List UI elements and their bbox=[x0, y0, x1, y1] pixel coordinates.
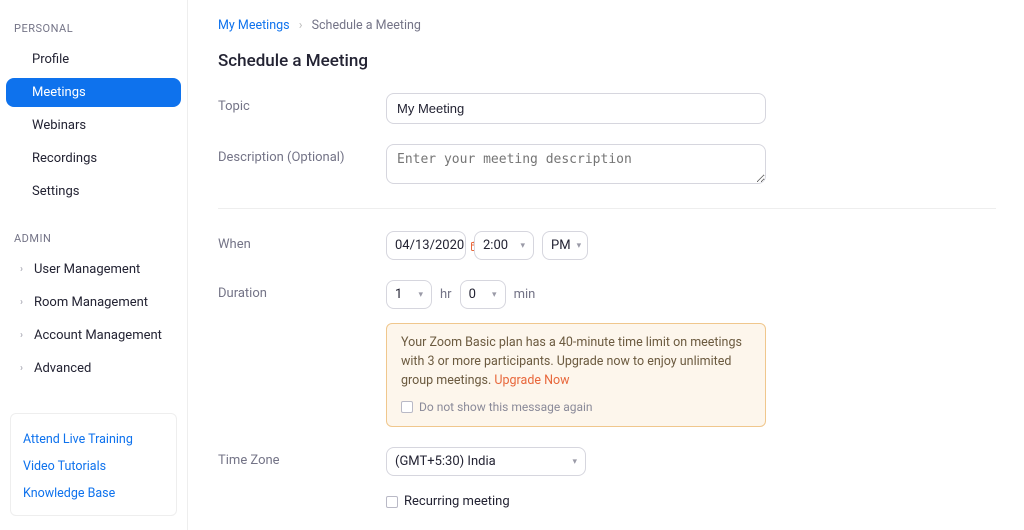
minutes-unit: min bbox=[514, 287, 536, 302]
duration-hours-value: 1 bbox=[395, 287, 402, 302]
chevron-down-icon: ▾ bbox=[577, 241, 582, 251]
label-timezone: Time Zone bbox=[218, 447, 386, 468]
breadcrumb-root[interactable]: My Meetings bbox=[218, 18, 290, 33]
sidebar-item-webinars[interactable]: Webinars bbox=[6, 111, 181, 140]
chevron-right-icon: › bbox=[20, 297, 30, 308]
main-content: My Meetings › Schedule a Meeting Schedul… bbox=[188, 0, 1024, 530]
topic-input[interactable] bbox=[386, 93, 766, 124]
when-date-picker[interactable]: 04/13/2020 bbox=[386, 231, 466, 260]
when-date-value: 04/13/2020 bbox=[395, 238, 464, 253]
sidebar-item-profile[interactable]: Profile bbox=[6, 45, 181, 74]
recurring-meeting-option[interactable]: Recurring meeting bbox=[386, 494, 510, 509]
duration-minutes-value: 0 bbox=[469, 287, 476, 302]
label-description: Description (Optional) bbox=[218, 144, 386, 165]
sidebar-item-meetings[interactable]: Meetings bbox=[6, 78, 181, 107]
chevron-down-icon: ▾ bbox=[492, 290, 497, 300]
chevron-right-icon: › bbox=[20, 363, 30, 374]
chevron-down-icon: ▾ bbox=[520, 241, 525, 251]
sidebar-item-label: Webinars bbox=[32, 118, 86, 133]
notice-text: Your Zoom Basic plan has a 40-minute tim… bbox=[401, 335, 742, 388]
hours-unit: hr bbox=[440, 287, 452, 302]
sidebar-item-label: Recordings bbox=[32, 151, 97, 166]
duration-minutes-select[interactable]: 0 ▾ bbox=[460, 280, 506, 309]
help-link-tutorials[interactable]: Video Tutorials bbox=[23, 453, 164, 480]
breadcrumb: My Meetings › Schedule a Meeting bbox=[218, 18, 996, 33]
sidebar-section-personal: PERSONAL bbox=[0, 18, 187, 43]
help-links-box: Attend Live Training Video Tutorials Kno… bbox=[10, 413, 177, 516]
sidebar-item-label: Meetings bbox=[32, 85, 86, 100]
form-row-timezone: Time Zone (GMT+5:30) India ▾ Recurring m… bbox=[218, 447, 996, 512]
sidebar-item-label: Account Management bbox=[34, 328, 162, 343]
form-row-duration: Duration 1 ▾ hr 0 ▾ min Your Zoom Basic … bbox=[218, 280, 996, 427]
help-link-kb[interactable]: Knowledge Base bbox=[23, 480, 164, 507]
chevron-right-icon: › bbox=[20, 264, 30, 275]
when-ampm-select[interactable]: PM ▾ bbox=[542, 231, 588, 260]
sidebar-item-label: Settings bbox=[32, 184, 79, 199]
label-duration: Duration bbox=[218, 280, 386, 301]
when-ampm-value: PM bbox=[551, 238, 571, 253]
plan-limit-notice: Your Zoom Basic plan has a 40-minute tim… bbox=[386, 323, 766, 427]
sidebar-item-user-management[interactable]: › User Management bbox=[6, 255, 181, 284]
timezone-value: (GMT+5:30) India bbox=[395, 454, 496, 469]
chevron-down-icon: ▾ bbox=[572, 457, 577, 467]
breadcrumb-separator: › bbox=[299, 18, 303, 33]
breadcrumb-current: Schedule a Meeting bbox=[312, 18, 421, 33]
sidebar-item-recordings[interactable]: Recordings bbox=[6, 144, 181, 173]
section-divider bbox=[218, 208, 996, 209]
sidebar-item-settings[interactable]: Settings bbox=[6, 177, 181, 206]
when-time-value: 2:00 bbox=[483, 238, 508, 253]
form-row-when: When 04/13/2020 2:00 ▾ PM ▾ bbox=[218, 231, 996, 260]
sidebar-item-label: Room Management bbox=[34, 295, 148, 310]
duration-hours-select[interactable]: 1 ▾ bbox=[386, 280, 432, 309]
notice-dismiss-label: Do not show this message again bbox=[419, 398, 593, 416]
sidebar-item-advanced[interactable]: › Advanced bbox=[6, 354, 181, 383]
label-when: When bbox=[218, 231, 386, 252]
chevron-down-icon: ▾ bbox=[418, 290, 423, 300]
notice-dismiss-checkbox[interactable] bbox=[401, 401, 413, 413]
description-textarea[interactable] bbox=[386, 144, 766, 184]
sidebar-item-label: Profile bbox=[32, 52, 69, 67]
sidebar-item-room-management[interactable]: › Room Management bbox=[6, 288, 181, 317]
upgrade-now-link[interactable]: Upgrade Now bbox=[494, 373, 569, 388]
when-time-select[interactable]: 2:00 ▾ bbox=[474, 231, 534, 260]
page-title: Schedule a Meeting bbox=[218, 51, 996, 71]
label-topic: Topic bbox=[218, 93, 386, 114]
sidebar-section-admin: ADMIN bbox=[0, 228, 187, 253]
sidebar-item-label: User Management bbox=[34, 262, 140, 277]
form-row-topic: Topic bbox=[218, 93, 996, 124]
form-row-description: Description (Optional) bbox=[218, 144, 996, 188]
sidebar-item-account-management[interactable]: › Account Management bbox=[6, 321, 181, 350]
timezone-select[interactable]: (GMT+5:30) India ▾ bbox=[386, 447, 586, 476]
help-link-training[interactable]: Attend Live Training bbox=[23, 426, 164, 453]
sidebar-item-label: Advanced bbox=[34, 361, 91, 376]
recurring-label: Recurring meeting bbox=[404, 494, 510, 509]
chevron-right-icon: › bbox=[20, 330, 30, 341]
sidebar: PERSONAL Profile Meetings Webinars Recor… bbox=[0, 0, 188, 530]
recurring-checkbox[interactable] bbox=[386, 496, 398, 508]
